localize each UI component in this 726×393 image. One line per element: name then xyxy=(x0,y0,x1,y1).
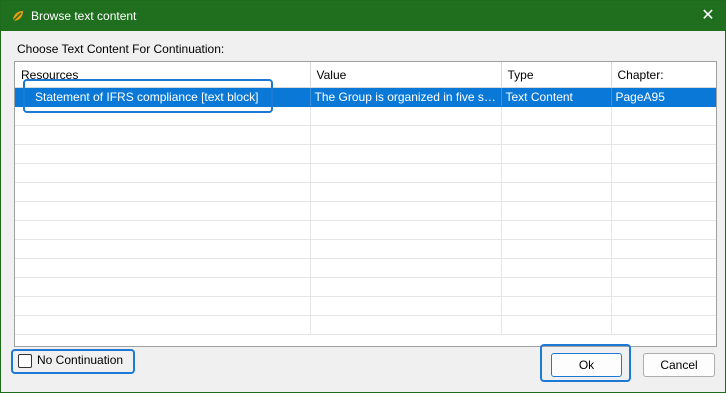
prompt-label: Choose Text Content For Continuation: xyxy=(17,42,225,56)
empty-cell xyxy=(15,258,311,278)
empty-cell xyxy=(15,239,311,259)
empty-cell xyxy=(310,296,502,316)
column-header-type[interactable]: Type xyxy=(501,62,612,88)
empty-cell xyxy=(310,144,502,164)
empty-cell xyxy=(501,296,612,316)
empty-cell xyxy=(15,106,311,126)
empty-cell xyxy=(501,201,612,221)
empty-row xyxy=(15,144,716,164)
cell-type[interactable]: Text Content xyxy=(501,87,612,107)
empty-cell xyxy=(15,182,311,202)
browse-text-content-dialog: Browse text content ✕ Choose Text Conten… xyxy=(0,0,726,393)
leaf-logo-icon xyxy=(12,11,23,22)
column-header-resources[interactable]: Resources xyxy=(15,62,311,88)
empty-cell xyxy=(611,258,716,278)
empty-cell xyxy=(310,182,502,202)
empty-cell xyxy=(611,144,716,164)
empty-cell xyxy=(310,201,502,221)
empty-row xyxy=(15,182,716,202)
empty-cell xyxy=(310,239,502,259)
resources-table: Resources Value Type Chapter: Statement … xyxy=(15,62,716,335)
empty-cell xyxy=(15,296,311,316)
empty-cell xyxy=(501,239,612,259)
empty-cell xyxy=(501,144,612,164)
resources-grid[interactable]: Resources Value Type Chapter: Statement … xyxy=(14,61,717,347)
empty-cell xyxy=(15,315,311,335)
empty-cell xyxy=(310,125,502,145)
empty-cell xyxy=(501,125,612,145)
close-button[interactable]: ✕ xyxy=(691,1,725,31)
empty-cell xyxy=(611,220,716,240)
header-row: Resources Value Type Chapter: xyxy=(15,62,716,88)
empty-cell xyxy=(611,163,716,183)
empty-cell xyxy=(501,106,612,126)
empty-row xyxy=(15,277,716,297)
empty-cell xyxy=(611,201,716,221)
empty-cell xyxy=(501,163,612,183)
title-bar[interactable]: Browse text content ✕ xyxy=(1,1,725,31)
table-body: Statement of IFRS compliance [text block… xyxy=(15,87,716,335)
empty-cell xyxy=(310,220,502,240)
empty-row xyxy=(15,258,716,278)
empty-cell xyxy=(611,125,716,145)
empty-cell xyxy=(501,220,612,240)
table-row[interactable]: Statement of IFRS compliance [text block… xyxy=(15,87,716,107)
empty-cell xyxy=(15,125,311,145)
empty-cell xyxy=(611,296,716,316)
empty-cell xyxy=(501,182,612,202)
empty-cell xyxy=(611,277,716,297)
empty-cell xyxy=(611,239,716,259)
empty-cell xyxy=(611,182,716,202)
empty-cell xyxy=(15,201,311,221)
empty-cell xyxy=(310,258,502,278)
window-title: Browse text content xyxy=(31,9,137,23)
empty-cell xyxy=(501,277,612,297)
cell-chapter[interactable]: PageA95 xyxy=(611,87,716,107)
ok-button[interactable]: Ok xyxy=(551,353,622,377)
empty-cell xyxy=(501,258,612,278)
empty-cell xyxy=(611,106,716,126)
empty-row xyxy=(15,220,716,240)
column-header-chapter[interactable]: Chapter: xyxy=(611,62,716,88)
empty-cell xyxy=(310,277,502,297)
empty-cell xyxy=(310,106,502,126)
empty-cell xyxy=(611,315,716,335)
cell-resource[interactable]: Statement of IFRS compliance [text block… xyxy=(15,87,311,107)
empty-row xyxy=(15,239,716,259)
empty-row xyxy=(15,106,716,126)
no-continuation-checkbox-group[interactable]: No Continuation xyxy=(13,350,131,371)
cancel-button[interactable]: Cancel xyxy=(643,353,715,377)
no-continuation-label[interactable]: No Continuation xyxy=(37,353,123,367)
empty-row xyxy=(15,296,716,316)
empty-cell xyxy=(15,163,311,183)
empty-cell xyxy=(310,315,502,335)
no-continuation-checkbox[interactable] xyxy=(18,354,32,368)
empty-row xyxy=(15,163,716,183)
empty-row xyxy=(15,125,716,145)
empty-cell xyxy=(15,220,311,240)
column-header-value[interactable]: Value xyxy=(310,62,502,88)
empty-cell xyxy=(15,277,311,297)
empty-cell xyxy=(310,163,502,183)
empty-cell xyxy=(15,144,311,164)
cell-value[interactable]: The Group is organized in five se... xyxy=(310,87,502,107)
empty-row xyxy=(15,315,716,335)
empty-cell xyxy=(501,315,612,335)
empty-row xyxy=(15,201,716,221)
